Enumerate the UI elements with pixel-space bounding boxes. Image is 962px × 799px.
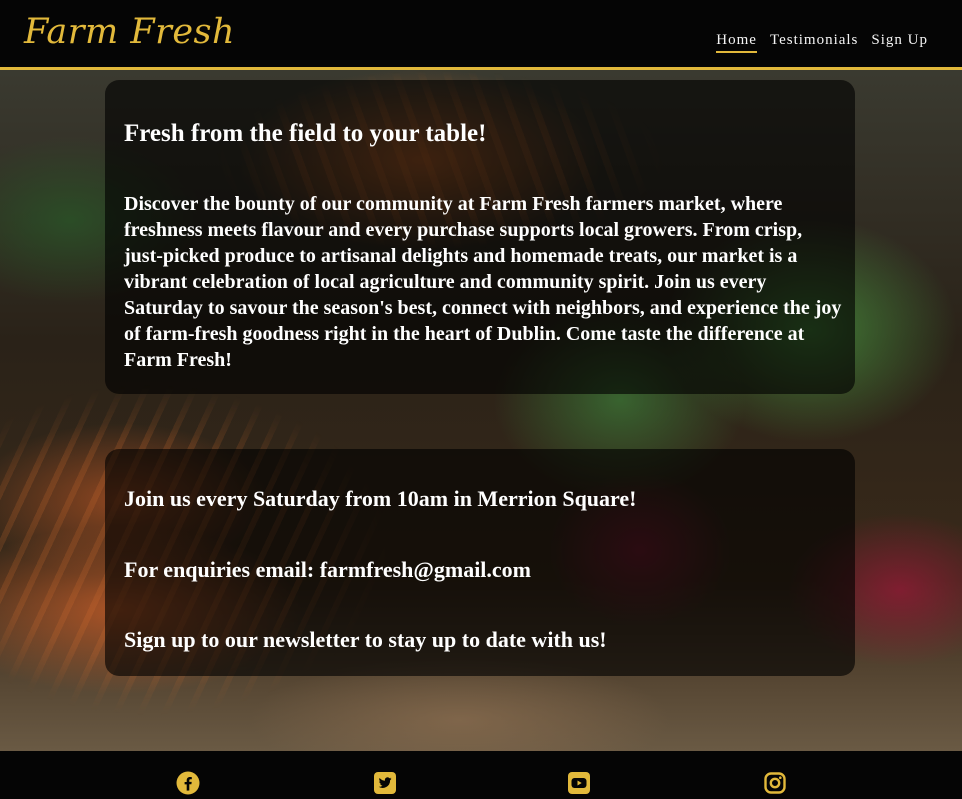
schedule-info: Join us every Saturday from 10am in Merr… (124, 486, 637, 511)
site-footer (0, 751, 962, 799)
facebook-icon[interactable] (176, 771, 202, 797)
enquiries-email: For enquiries email: farmfresh@gmail.com (124, 557, 532, 582)
intro-text: Discover the bounty of our community at … (124, 193, 842, 371)
nav-sign-up-link[interactable]: Sign Up (871, 32, 928, 53)
nav-testimonials-link[interactable]: Testimonials (770, 32, 858, 53)
nav-home-link[interactable]: Home (716, 32, 757, 53)
site-header: Farm Fresh Home Testimonials Sign Up (0, 0, 962, 70)
youtube-icon[interactable] (567, 771, 593, 797)
info-panel: Join us every Saturday from 10am in Merr… (105, 449, 855, 676)
newsletter-info: Sign up to our newsletter to stay up to … (124, 627, 607, 652)
main-nav: Home Testimonials Sign Up (716, 32, 928, 53)
site-logo[interactable]: Farm Fresh (24, 12, 235, 52)
instagram-icon[interactable] (763, 771, 789, 797)
intro-panel: Fresh from the field to your table! Disc… (105, 80, 855, 394)
twitter-icon[interactable] (373, 771, 399, 797)
intro-title: Fresh from the field to your table! (124, 120, 487, 147)
